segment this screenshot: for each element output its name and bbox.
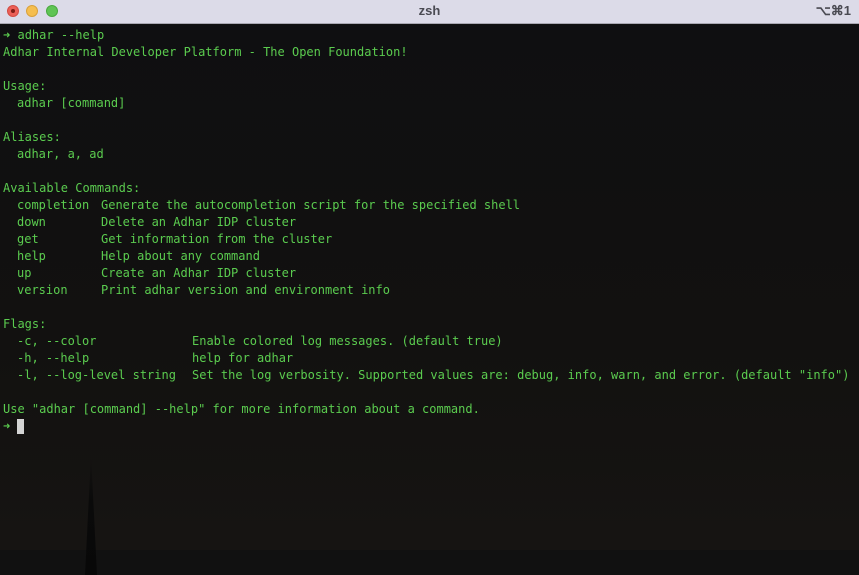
command-desc: Delete an Adhar IDP cluster <box>101 215 297 229</box>
flag-name: -c, --color <box>17 334 97 348</box>
usage-line: adhar [command] <box>17 96 126 110</box>
command-name: up <box>17 266 32 280</box>
flag-row: -h, --help help for adhar <box>3 350 849 367</box>
prompt-arrow-icon: ➜ <box>3 28 11 42</box>
aliases-header: Aliases: <box>3 130 61 144</box>
flag-desc: Enable colored log messages. (default tr… <box>192 334 503 348</box>
prompt-line[interactable]: ➜ <box>3 418 849 435</box>
command-name: get <box>17 232 39 246</box>
background-spire-decoration <box>85 455 97 575</box>
commands-header: Available Commands: <box>3 181 141 195</box>
command-name: version <box>17 283 68 297</box>
flag-name: -l, --log-level string <box>17 368 176 382</box>
aliases-line: adhar, a, ad <box>17 147 104 161</box>
command-line: ➜ adhar --help <box>3 27 849 44</box>
command-row: version Print adhar version and environme… <box>3 282 849 299</box>
flag-desc: help for adhar <box>192 351 294 365</box>
window-title: zsh <box>418 3 441 18</box>
window-shortcut-label: ⌥⌘1 <box>815 3 851 18</box>
window-titlebar: zsh ⌥⌘1 <box>0 0 859 24</box>
command-row: down Delete an Adhar IDP cluster <box>3 214 849 231</box>
flag-desc: Set the log verbosity. Supported values … <box>192 368 850 382</box>
command-name: down <box>17 215 46 229</box>
description-line: Adhar Internal Developer Platform - The … <box>3 45 408 59</box>
command-row: help Help about any command <box>3 248 849 265</box>
command-desc: Help about any command <box>101 249 260 263</box>
command-desc: Print adhar version and environment info <box>101 283 390 297</box>
terminal-output: ➜ adhar --help Adhar Internal Developer … <box>3 27 849 435</box>
text-cursor <box>17 419 25 434</box>
footer-line: Use "adhar [command] --help" for more in… <box>3 402 480 416</box>
flag-row: -l, --log-level string Set the log verbos… <box>3 367 849 384</box>
command-row: completion Generate the autocompletion sc… <box>3 197 849 214</box>
flag-name: -h, --help <box>17 351 90 365</box>
command-desc: Get information from the cluster <box>101 232 333 246</box>
usage-header: Usage: <box>3 79 47 93</box>
command-row: get Get information from the cluster <box>3 231 849 248</box>
command-desc: Create an Adhar IDP cluster <box>101 266 297 280</box>
prompt-arrow-icon: ➜ <box>3 419 11 433</box>
command-desc: Generate the autocompletion script for t… <box>101 198 521 212</box>
command-name: help <box>17 249 46 263</box>
flag-row: -c, --color Enable colored log messages. … <box>3 333 849 350</box>
flags-header: Flags: <box>3 317 47 331</box>
command-row: up Create an Adhar IDP cluster <box>3 265 849 282</box>
entered-command: adhar --help <box>17 28 105 42</box>
command-name: completion <box>17 198 90 212</box>
